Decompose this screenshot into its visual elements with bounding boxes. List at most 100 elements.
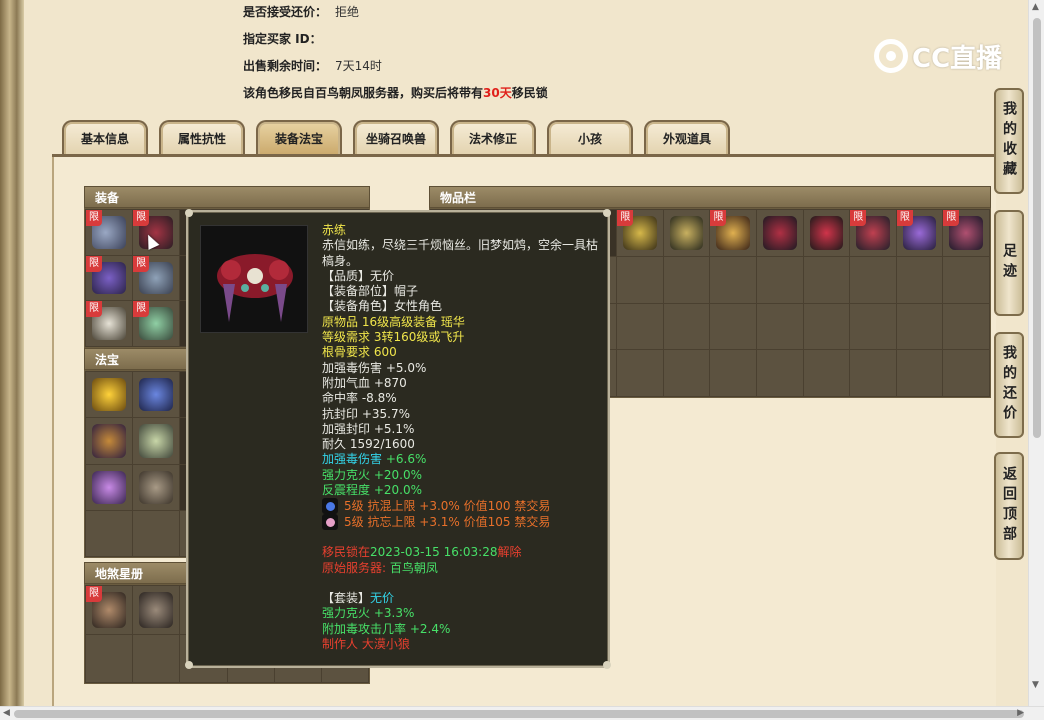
remaining-time-row: 出售剩余时间： 7天14时 bbox=[243, 57, 382, 74]
scroll-up-icon[interactable]: ▲ bbox=[1032, 2, 1039, 12]
treasure-slot[interactable] bbox=[86, 510, 133, 556]
item-stat: 加强封印 +5.1% bbox=[322, 421, 415, 436]
item-bonus: 强力克火 +20.0% bbox=[322, 467, 422, 482]
treasure-icon bbox=[139, 424, 174, 458]
equip-slot[interactable]: 限 bbox=[133, 210, 180, 255]
inventory-slot[interactable] bbox=[617, 350, 663, 396]
inventory-slot[interactable] bbox=[896, 256, 943, 303]
treasure-slot[interactable] bbox=[86, 464, 133, 510]
treasure-slot[interactable] bbox=[133, 464, 180, 510]
item-stat: 附加气血 +870 bbox=[322, 375, 407, 390]
star-book-slot[interactable]: 限 bbox=[86, 586, 133, 634]
scroll-down-icon[interactable]: ▼ bbox=[1032, 680, 1039, 690]
inventory-slot[interactable] bbox=[803, 256, 850, 303]
inventory-slot[interactable] bbox=[850, 303, 896, 350]
tooltip-corner bbox=[185, 661, 193, 669]
scroll-left-icon[interactable]: ◀ bbox=[3, 708, 10, 718]
inventory-slot[interactable] bbox=[943, 303, 989, 350]
inventory-slot[interactable] bbox=[757, 256, 803, 303]
limit-badge: 限 bbox=[86, 255, 102, 272]
tab-attributes[interactable]: 属性抗性 bbox=[159, 120, 245, 156]
tooltip-text: 赤练 赤信如练，尽绕三千烦恼丝。旧梦如鸩，空余一具枯槁身。 【品质】无价 【装备… bbox=[322, 223, 606, 652]
inventory-slot[interactable] bbox=[663, 210, 710, 256]
inventory-slot[interactable] bbox=[943, 256, 989, 303]
inventory-slot[interactable]: 限 bbox=[617, 210, 663, 256]
inventory-slot[interactable] bbox=[710, 256, 757, 303]
inventory-slot[interactable]: 限 bbox=[850, 210, 896, 256]
horizontal-scroll-thumb[interactable] bbox=[14, 710, 1024, 718]
star-book-slot[interactable] bbox=[133, 586, 180, 634]
tab-appearance[interactable]: 外观道具 bbox=[644, 120, 730, 156]
equip-slot[interactable]: 限 bbox=[133, 255, 180, 301]
item-stat: 抗封印 +35.7% bbox=[322, 406, 410, 421]
inventory-slot[interactable] bbox=[757, 350, 803, 396]
inventory-slot[interactable] bbox=[850, 256, 896, 303]
equip-slot[interactable]: 限 bbox=[86, 301, 133, 346]
equip-slot[interactable]: 限 bbox=[133, 301, 180, 346]
tooltip-corner bbox=[603, 209, 611, 217]
my-favorites-button[interactable]: 我的收藏 bbox=[994, 88, 1024, 194]
limit-badge: 限 bbox=[86, 586, 102, 602]
item-tooltip: 赤练 赤信如练，尽绕三千烦恼丝。旧梦如鸩，空余一具枯槁身。 【品质】无价 【装备… bbox=[185, 209, 611, 669]
migrate-notice-suffix: 移民锁 bbox=[511, 86, 548, 100]
item-stat: 耐久 1592/1600 bbox=[322, 437, 415, 452]
star-book-slot[interactable] bbox=[86, 634, 133, 682]
bonus-cyan-value: +6.6% bbox=[385, 452, 427, 467]
tab-basic-info[interactable]: 基本信息 bbox=[62, 120, 148, 156]
my-bargain-button[interactable]: 我的还价 bbox=[994, 332, 1024, 438]
tab-spell-mods[interactable]: 法术修正 bbox=[450, 120, 536, 156]
inventory-slot[interactable] bbox=[710, 303, 757, 350]
inventory-slot[interactable]: 限 bbox=[943, 210, 989, 256]
tab-children[interactable]: 小孩 bbox=[547, 120, 633, 156]
treasure-slot[interactable] bbox=[133, 372, 180, 418]
origin-server-line: 原始服务器: 百鸟朝凤 bbox=[322, 561, 606, 576]
tab-mounts-pets[interactable]: 坐骑召唤兽 bbox=[353, 120, 439, 156]
vertical-scrollbar[interactable]: ▲ ▼ bbox=[1028, 0, 1044, 706]
inventory-slot[interactable] bbox=[710, 350, 757, 396]
treasure-icon bbox=[92, 424, 127, 458]
item-portrait bbox=[200, 225, 308, 333]
item-quality: 【品质】无价 bbox=[322, 268, 395, 283]
migrate-notice-prefix: 该角色移民自百鸟朝凤服务器，购买后将带有 bbox=[243, 86, 484, 100]
inventory-slot[interactable] bbox=[757, 303, 803, 350]
back-to-top-button[interactable]: 返回顶部 bbox=[994, 452, 1024, 560]
item-description: 赤信如练，尽绕三千烦恼丝。旧梦如鸩，空余一具枯槁身。 bbox=[322, 238, 599, 268]
inventory-slot[interactable] bbox=[663, 256, 710, 303]
limit-badge: 限 bbox=[133, 301, 150, 318]
inventory-slot[interactable] bbox=[896, 303, 943, 350]
inventory-slot[interactable] bbox=[663, 350, 710, 396]
inventory-slot[interactable]: 限 bbox=[710, 210, 757, 256]
inventory-slot[interactable] bbox=[803, 303, 850, 350]
scroll-right-icon[interactable]: ▶ bbox=[1017, 708, 1024, 718]
inventory-slot[interactable] bbox=[850, 350, 896, 396]
inventory-slot[interactable] bbox=[803, 210, 850, 256]
item-stat: 加强毒伤害 +5.0% bbox=[322, 360, 427, 375]
vertical-scroll-thumb[interactable] bbox=[1033, 18, 1041, 438]
inventory-slot[interactable] bbox=[757, 210, 803, 256]
treasure-slot[interactable] bbox=[133, 418, 180, 464]
treasure-slot[interactable] bbox=[86, 418, 133, 464]
treasure-icon bbox=[92, 470, 127, 504]
inventory-slot[interactable]: 限 bbox=[896, 210, 943, 256]
accept-bargain-label: 是否接受还价： bbox=[243, 5, 328, 19]
inventory-slot[interactable] bbox=[943, 350, 989, 396]
inventory-slot[interactable] bbox=[896, 350, 943, 396]
set-line: 【套装】无价 bbox=[322, 591, 606, 606]
equip-slot[interactable]: 限 bbox=[86, 210, 133, 255]
accept-bargain-value: 拒绝 bbox=[335, 5, 360, 19]
tooltip-corner bbox=[603, 661, 611, 669]
star-book-slot[interactable] bbox=[133, 634, 180, 682]
treasure-slot[interactable] bbox=[86, 372, 133, 418]
tab-equipment[interactable]: 装备法宝 bbox=[256, 120, 342, 156]
limit-badge: 限 bbox=[133, 255, 150, 272]
inventory-slot[interactable] bbox=[617, 256, 663, 303]
inventory-slot[interactable] bbox=[617, 303, 663, 350]
footprint-button[interactable]: 足迹 bbox=[994, 210, 1024, 316]
treasure-slot[interactable] bbox=[133, 510, 180, 556]
inventory-slot[interactable] bbox=[803, 350, 850, 396]
limit-badge: 限 bbox=[617, 210, 634, 226]
horizontal-scrollbar[interactable]: ◀ ▶ bbox=[0, 706, 1044, 720]
equip-slot[interactable]: 限 bbox=[86, 255, 133, 301]
inventory-slot[interactable] bbox=[663, 303, 710, 350]
blue-gem-icon bbox=[322, 498, 338, 515]
